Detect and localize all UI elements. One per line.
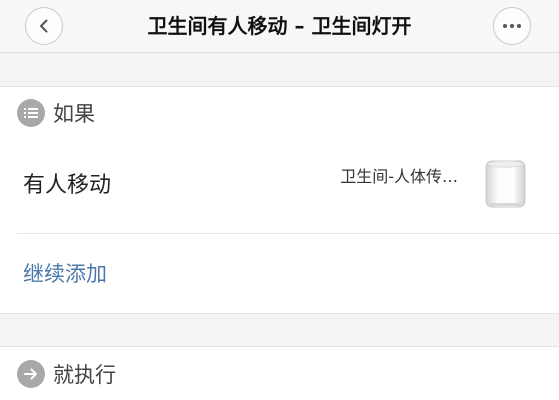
more-button[interactable] <box>493 7 531 45</box>
motion-sensor-icon <box>485 160 526 208</box>
navigation-bar: 卫生间有人移动 – 卫生间灯开 <box>0 0 559 53</box>
if-section-label: 如果 <box>53 102 95 126</box>
chevron-left-icon <box>40 19 48 33</box>
list-icon <box>17 99 45 127</box>
page-title: 卫生间有人移动 – 卫生间灯开 <box>147 14 412 38</box>
condition-row[interactable]: 有人移动 卫生间-人体传… <box>0 139 559 233</box>
condition-card: 有人移动 卫生间-人体传… 继续添加 <box>0 139 559 314</box>
arrow-right-icon <box>17 359 45 388</box>
then-section-header: 就执行 <box>0 346 559 400</box>
condition-label: 有人移动 <box>23 173 112 198</box>
if-section-header: 如果 <box>0 86 559 140</box>
condition-device-name: 卫生间-人体传… <box>340 167 458 186</box>
more-dots-icon <box>503 24 521 28</box>
back-button[interactable] <box>25 7 63 45</box>
add-more-link[interactable]: 继续添加 <box>23 234 107 314</box>
then-section-label: 就执行 <box>53 362 116 387</box>
